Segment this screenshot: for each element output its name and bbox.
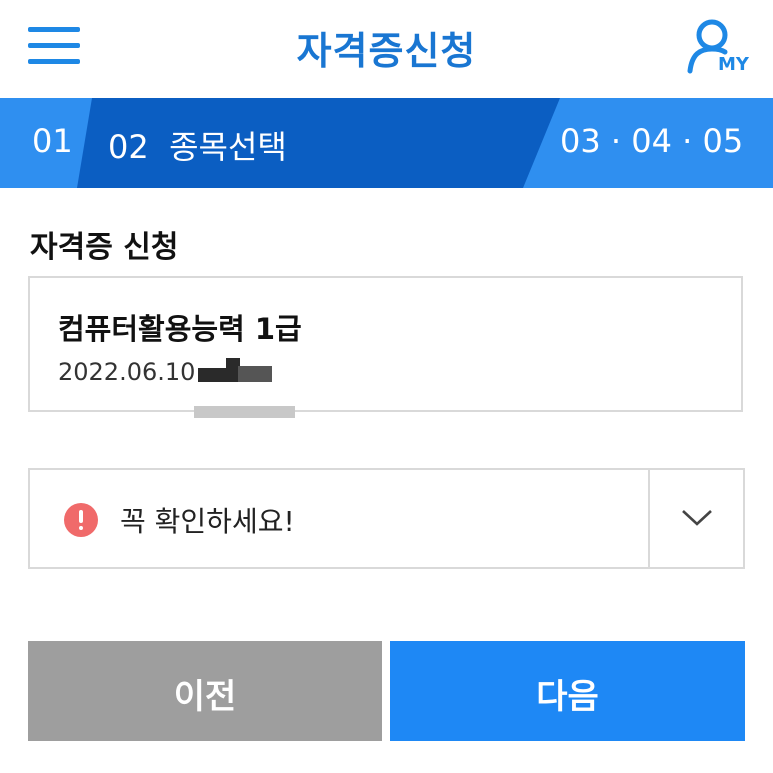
redacted-text [198, 368, 228, 382]
notice-dropdown[interactable]: 꼭 확인하세요! [28, 468, 745, 569]
prev-button[interactable]: 이전 [28, 641, 382, 741]
step-02-label: 종목선택 [169, 128, 287, 166]
section-title: 자격증 신청 [30, 230, 179, 265]
my-label: MY [718, 54, 749, 75]
certificate-name: 컴퓨터활용능력 1급 [58, 312, 302, 346]
notice-text: 꼭 확인하세요! [120, 505, 295, 538]
step-02-number: 02 [108, 128, 149, 166]
steps-remaining: 03 · 04 · 05 [560, 122, 744, 160]
step-02-current: 02 종목선택 [108, 122, 287, 168]
next-button[interactable]: 다음 [390, 641, 745, 741]
application-date: 2022.06.10 [58, 358, 196, 386]
next-button-label: 다음 [536, 677, 599, 717]
redacted-text [238, 366, 272, 382]
exclamation-circle-icon [64, 503, 98, 537]
application-card: 컴퓨터활용능력 1급 2022.06.10 [28, 276, 743, 412]
prev-button-label: 이전 [173, 677, 237, 717]
scroll-indicator [194, 406, 295, 418]
chevron-down-icon[interactable] [680, 504, 714, 532]
page-title: 자격증신청 [296, 29, 477, 73]
step-01: 01 [32, 122, 73, 160]
my-page-button[interactable]: MY [686, 16, 750, 80]
divider [648, 470, 650, 567]
app-header: 자격증신청 MY [0, 0, 773, 98]
step-progress-bar: 01 02 종목선택 03 · 04 · 05 [0, 98, 773, 188]
